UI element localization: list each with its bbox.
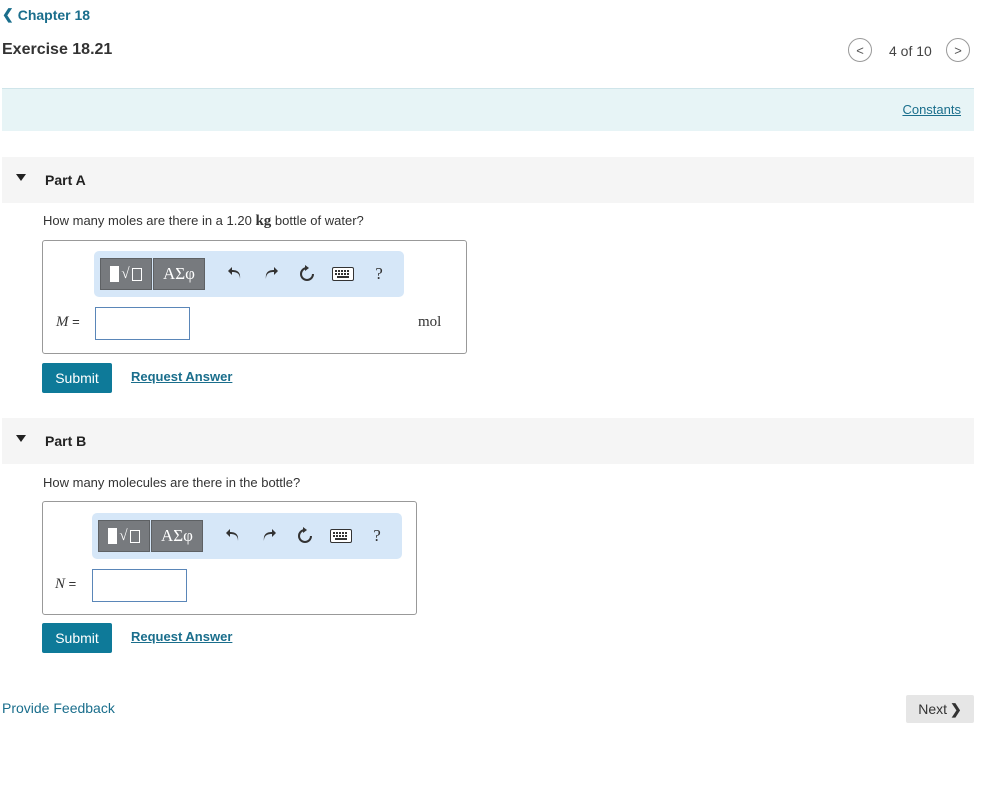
math-toolbar: √ ΑΣφ ?	[92, 513, 402, 559]
part-a-label: Part A	[45, 172, 86, 188]
templates-icon	[110, 266, 120, 282]
next-button[interactable]: Next ❯	[906, 695, 974, 723]
part-a-answer-box: √ ΑΣφ ? M = mol	[42, 240, 467, 354]
constants-bar: Constants	[2, 88, 974, 131]
greek-letters-button[interactable]: ΑΣφ	[151, 520, 203, 552]
reset-icon[interactable]	[289, 258, 325, 290]
part-b-question: How many molecules are there in the bott…	[43, 475, 301, 490]
question-text-end: bottle of water?	[271, 213, 364, 228]
part-b-variable-label: N =	[55, 576, 76, 593]
provide-feedback-link[interactable]: Provide Feedback	[2, 700, 115, 716]
templates-button[interactable]: √	[98, 520, 150, 552]
collapse-triangle-icon	[16, 174, 26, 181]
part-a-variable-label: M =	[56, 314, 80, 331]
redo-icon[interactable]	[253, 258, 289, 290]
undo-icon[interactable]	[217, 258, 253, 290]
variable-symbol: N	[55, 576, 66, 592]
constants-link[interactable]: Constants	[902, 102, 961, 117]
chevron-left-icon: <	[856, 42, 864, 58]
redo-icon[interactable]	[251, 520, 287, 552]
part-a-request-answer-link[interactable]: Request Answer	[131, 369, 232, 384]
next-exercise-button[interactable]: >	[946, 38, 970, 62]
part-b-label: Part B	[45, 433, 87, 449]
part-b-answer-input[interactable]	[92, 569, 187, 602]
exercise-title: Exercise 18.21	[2, 41, 113, 58]
variable-symbol: M	[56, 314, 69, 330]
back-link-label: Chapter 18	[17, 6, 91, 23]
chevron-right-icon: >	[954, 42, 962, 58]
equals-sign: =	[65, 576, 77, 591]
part-a-question: How many moles are there in a 1.20 kg bo…	[43, 213, 364, 230]
chevron-right-icon: ❯	[950, 700, 962, 717]
back-to-chapter-link[interactable]: ❮ Chapter 18	[2, 6, 90, 23]
math-toolbar: √ ΑΣφ ?	[94, 251, 404, 297]
templates-button[interactable]: √	[100, 258, 152, 290]
keyboard-icon[interactable]	[323, 520, 359, 552]
part-a-submit-button[interactable]: Submit	[42, 363, 112, 393]
part-a-header[interactable]: Part A	[2, 157, 974, 203]
help-icon[interactable]: ?	[361, 258, 397, 290]
undo-icon[interactable]	[215, 520, 251, 552]
equals-sign: =	[68, 314, 80, 329]
question-unit: kg	[255, 213, 272, 229]
templates-icon	[108, 528, 118, 544]
part-b-submit-button[interactable]: Submit	[42, 623, 112, 653]
question-text: How many moles are there in a 1.20	[43, 213, 256, 228]
part-a-unit: mol	[418, 314, 442, 330]
reset-icon[interactable]	[287, 520, 323, 552]
part-b-answer-box: √ ΑΣφ ? N =	[42, 501, 417, 615]
part-a-answer-input[interactable]	[95, 307, 190, 340]
help-icon[interactable]: ?	[359, 520, 395, 552]
keyboard-icon[interactable]	[325, 258, 361, 290]
page-counter: 4 of 10	[889, 43, 932, 59]
next-button-label: Next	[918, 701, 948, 717]
part-b-request-answer-link[interactable]: Request Answer	[131, 629, 232, 644]
greek-letters-button[interactable]: ΑΣφ	[153, 258, 205, 290]
previous-exercise-button[interactable]: <	[848, 38, 872, 62]
chevron-left-icon: ❮	[2, 6, 14, 22]
collapse-triangle-icon	[16, 435, 26, 442]
part-b-header[interactable]: Part B	[2, 418, 974, 464]
